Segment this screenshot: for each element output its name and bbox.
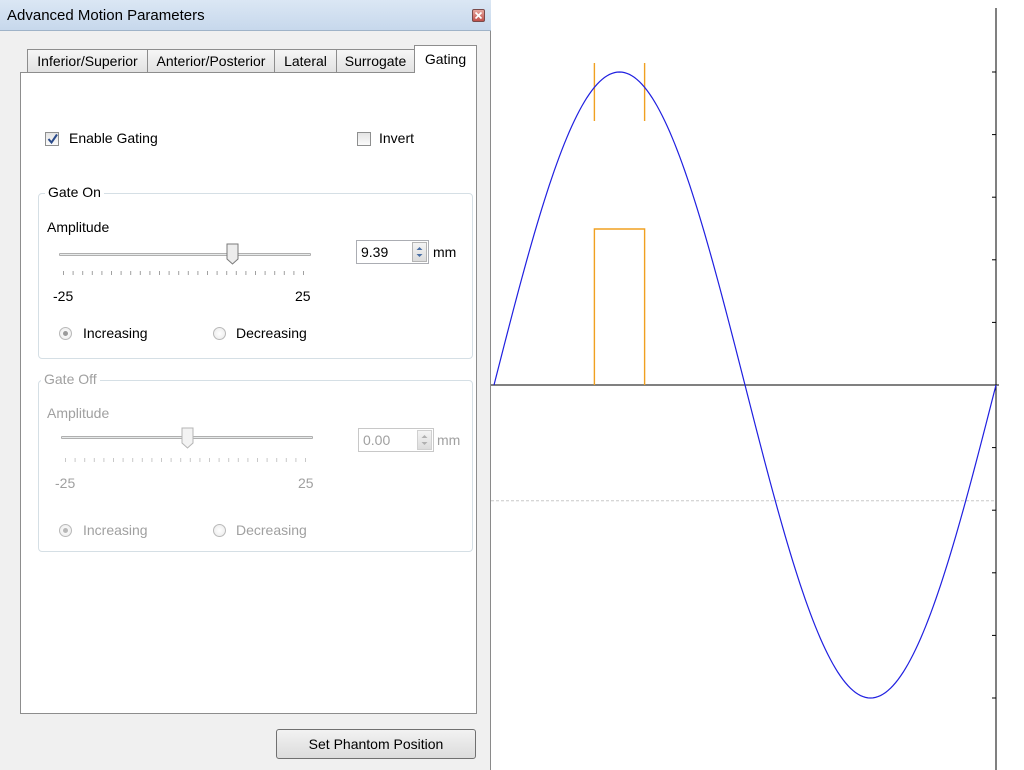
gate-off-amplitude-label: Amplitude: [47, 405, 110, 421]
tab-lateral[interactable]: Lateral: [274, 49, 337, 72]
gate-off-unit: mm: [437, 432, 461, 448]
gate-pulse: [593, 228, 646, 385]
gate-off-increasing-radio[interactable]: [59, 524, 72, 537]
gate-off-decreasing-radio[interactable]: [213, 524, 226, 537]
gate-on-slider-thumb[interactable]: [226, 243, 239, 265]
tab-label: Anterior/Posterior: [156, 53, 266, 69]
tab-label: Lateral: [284, 53, 327, 69]
gate-on-min-label: -25: [53, 288, 74, 304]
gate-on-increasing-label: Increasing: [83, 325, 148, 341]
tab-label: Surrogate: [344, 53, 407, 69]
gate-off-slider-thumb[interactable]: [181, 427, 194, 449]
tab-gating[interactable]: Gating: [414, 45, 477, 73]
set-phantom-position-button[interactable]: Set Phantom Position: [276, 729, 476, 759]
invert-label: Invert: [379, 130, 415, 146]
motion-waveform-plot: [491, 8, 999, 770]
gate-marks: [593, 63, 646, 385]
window-title: Advanced Motion Parameters: [7, 7, 205, 24]
gate-on-title: Gate On: [45, 184, 104, 200]
close-icon[interactable]: [472, 9, 485, 22]
gate-off-title: Gate Off: [41, 371, 100, 387]
tab-surrogate[interactable]: Surrogate: [336, 49, 415, 72]
gating-tab-panel: Enable Gating Invert Gate On Amplitude -…: [20, 72, 477, 714]
gate-off-decreasing-label: Decreasing: [236, 522, 307, 538]
gate-on-amplitude-input[interactable]: 9.39: [356, 240, 429, 264]
gate-off-min-label: -25: [55, 475, 76, 491]
invert-checkbox[interactable]: [357, 132, 371, 146]
tab-anterior-posterior[interactable]: Anterior/Posterior: [147, 49, 275, 72]
gate-off-slider-ticks: [65, 458, 306, 462]
gate-on-decreasing-radio[interactable]: [213, 327, 226, 340]
tab-label: Inferior/Superior: [37, 53, 138, 69]
enable-gating-checkbox[interactable]: [45, 132, 59, 146]
gate-off-amplitude-value: 0.00: [363, 432, 391, 448]
gate-off-amplitude-input[interactable]: 0.00: [358, 428, 434, 452]
gate-off-spinner[interactable]: [417, 430, 432, 450]
gate-on-unit: mm: [433, 244, 457, 260]
advanced-motion-dialog: Advanced Motion Parameters Inferior/Supe…: [0, 0, 491, 770]
gate-off-increasing-label: Increasing: [83, 522, 148, 538]
tab-label: Gating: [424, 51, 467, 67]
gate-on-amplitude-value: 9.39: [361, 244, 389, 260]
gate-on-max-label: 25: [295, 288, 311, 304]
gate-on-group: Gate On Amplitude -25 25 9.39 mm Increas…: [38, 184, 473, 359]
gate-on-slider-ticks: [63, 271, 304, 275]
gate-on-spinner[interactable]: [412, 242, 427, 262]
gate-on-amplitude-label: Amplitude: [47, 219, 110, 235]
enable-gating-label: Enable Gating: [69, 130, 158, 146]
tab-inferior-superior[interactable]: Inferior/Superior: [27, 49, 148, 72]
gate-on-decreasing-label: Decreasing: [236, 325, 307, 341]
gate-on-slider-track[interactable]: [59, 253, 311, 256]
gate-off-group: Gate Off Amplitude -25 25 0.00 mm Increa…: [38, 371, 473, 552]
gate-off-max-label: 25: [298, 475, 314, 491]
gate-on-increasing-radio[interactable]: [59, 327, 72, 340]
title-bar[interactable]: Advanced Motion Parameters: [0, 0, 491, 31]
